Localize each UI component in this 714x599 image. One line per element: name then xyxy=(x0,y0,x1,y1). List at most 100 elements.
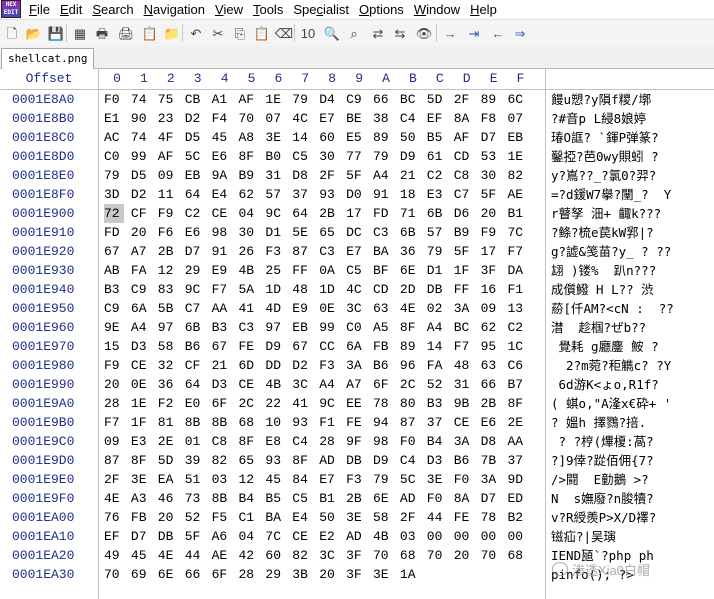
hex-byte[interactable]: 53 xyxy=(481,147,501,166)
hex-byte[interactable]: B7 xyxy=(508,375,528,394)
hex-byte[interactable]: 1D xyxy=(265,280,285,299)
hex-byte[interactable]: 04 xyxy=(239,204,259,223)
hex-byte[interactable]: D4 xyxy=(319,90,339,109)
hex-byte[interactable]: F9 xyxy=(104,356,124,375)
copy-icon[interactable]: ⎘ xyxy=(230,23,250,43)
hex-byte[interactable]: D6 xyxy=(454,204,474,223)
hex-byte[interactable]: 3A xyxy=(454,432,474,451)
hex-byte[interactable]: A3 xyxy=(131,489,151,508)
hex-byte[interactable]: 6A xyxy=(131,299,151,318)
hex-byte[interactable]: 23 xyxy=(158,109,178,128)
hex-byte[interactable]: AF xyxy=(454,128,474,147)
hex-byte[interactable]: 20 xyxy=(454,546,474,565)
hex-byte[interactable]: 90 xyxy=(131,109,151,128)
hex-byte[interactable]: 65 xyxy=(319,223,339,242)
hex-byte[interactable]: F9 xyxy=(481,223,501,242)
forward-icon[interactable]: ⇒ xyxy=(510,23,530,43)
hex-byte[interactable]: 2F xyxy=(104,470,124,489)
hex-byte[interactable]: DC xyxy=(346,223,366,242)
hex-byte[interactable]: 6A xyxy=(346,337,366,356)
hex-byte[interactable]: C4 xyxy=(400,109,420,128)
hex-byte[interactable]: BE xyxy=(346,109,366,128)
hex-byte[interactable]: 68 xyxy=(239,413,259,432)
hex-byte[interactable]: C9 xyxy=(104,299,124,318)
hex-byte[interactable]: 58 xyxy=(373,508,393,527)
ascii-text[interactable]: g?譃&笺苗?y_ ? ?? xyxy=(551,242,714,261)
hex-byte[interactable]: C2 xyxy=(427,166,447,185)
find-hex-icon[interactable]: ⌕ xyxy=(344,23,364,43)
hex-byte[interactable]: AD xyxy=(346,527,366,546)
hex-byte[interactable]: 75 xyxy=(158,90,178,109)
hex-byte[interactable]: EE xyxy=(346,394,366,413)
hex-byte[interactable]: EB xyxy=(292,318,312,337)
hex-byte[interactable]: A4 xyxy=(131,318,151,337)
hex-byte[interactable]: 3D xyxy=(104,185,124,204)
hex-byte[interactable]: 8F xyxy=(239,432,259,451)
hex-byte[interactable]: B9 xyxy=(239,166,259,185)
hex-byte[interactable]: 22 xyxy=(265,394,285,413)
ascii-text[interactable]: 镃疝?|吴璌 xyxy=(551,527,714,546)
hex-byte[interactable]: 29 xyxy=(265,565,285,584)
hex-byte[interactable]: FB xyxy=(373,337,393,356)
hex-byte[interactable]: 64 xyxy=(185,185,205,204)
ascii-text[interactable]: 6d游K<ょo,R1f? xyxy=(551,375,714,394)
hex-byte[interactable]: AC xyxy=(104,128,124,147)
hex-byte[interactable]: 5D xyxy=(158,451,178,470)
hex-byte[interactable]: E7 xyxy=(319,470,339,489)
hex-byte[interactable]: CE xyxy=(292,527,312,546)
hex-byte[interactable]: 62 xyxy=(239,185,259,204)
hex-byte[interactable]: F1 xyxy=(508,280,528,299)
hex-byte[interactable]: 79 xyxy=(373,470,393,489)
hex-byte[interactable]: ED xyxy=(508,489,528,508)
hex-byte[interactable]: 29 xyxy=(185,261,205,280)
hex-byte[interactable]: 13 xyxy=(508,299,528,318)
hex-byte[interactable]: 09 xyxy=(104,432,124,451)
hex-byte[interactable]: E4 xyxy=(212,185,232,204)
hex-byte[interactable]: 14 xyxy=(292,128,312,147)
hex-byte[interactable]: 61 xyxy=(427,147,447,166)
hex-byte[interactable]: 18 xyxy=(400,185,420,204)
hex-byte[interactable]: 79 xyxy=(427,242,447,261)
hex-byte[interactable] xyxy=(481,565,501,584)
hex-byte[interactable]: 45 xyxy=(131,546,151,565)
hex-byte[interactable]: 2F xyxy=(400,508,420,527)
hex-byte[interactable]: 89 xyxy=(481,90,501,109)
hex-byte[interactable]: E3 xyxy=(131,432,151,451)
hex-byte[interactable]: C7 xyxy=(185,299,205,318)
hex-byte[interactable]: FE xyxy=(454,508,474,527)
hex-byte[interactable]: 2C xyxy=(400,375,420,394)
hex-byte[interactable]: CE xyxy=(454,413,474,432)
hex-byte[interactable]: 31 xyxy=(265,166,285,185)
ascii-text[interactable]: ?#音p L綅8娘婷 xyxy=(551,109,714,128)
hex-byte[interactable]: 64 xyxy=(292,204,312,223)
hex-byte[interactable]: F0 xyxy=(427,489,447,508)
hex-byte[interactable]: A8 xyxy=(239,128,259,147)
hex-byte[interactable]: B0 xyxy=(265,147,285,166)
hex-byte[interactable]: A7 xyxy=(346,375,366,394)
hex-byte[interactable]: F0 xyxy=(454,470,474,489)
hex-byte[interactable]: 50 xyxy=(400,128,420,147)
hex-byte[interactable] xyxy=(508,565,528,584)
hex-byte[interactable]: 4E xyxy=(400,299,420,318)
tab-shellcat[interactable]: shellcat.png xyxy=(1,48,95,69)
hex-byte[interactable]: 89 xyxy=(373,128,393,147)
hex-byte[interactable]: 79 xyxy=(373,147,393,166)
hex-byte[interactable]: 8B xyxy=(212,489,232,508)
hex-byte[interactable]: 07 xyxy=(265,109,285,128)
hex-byte[interactable]: 36 xyxy=(158,375,178,394)
hex-byte[interactable]: AE xyxy=(212,546,232,565)
hex-byte[interactable]: 07 xyxy=(508,109,528,128)
hex-byte[interactable]: C2 xyxy=(508,318,528,337)
hex-byte[interactable]: 4B xyxy=(265,375,285,394)
hex-byte[interactable]: 1E xyxy=(508,147,528,166)
hex-byte[interactable]: 87 xyxy=(104,451,124,470)
hex-byte[interactable]: 57 xyxy=(427,223,447,242)
hex-byte[interactable]: AD xyxy=(319,451,339,470)
hex-byte[interactable]: B1 xyxy=(508,204,528,223)
hex-byte[interactable]: 81 xyxy=(158,413,178,432)
hex-byte[interactable]: 5C xyxy=(400,470,420,489)
print-icon[interactable]: 🖶 xyxy=(92,23,112,43)
hex-byte[interactable]: D3 xyxy=(427,451,447,470)
hex-byte[interactable]: 79 xyxy=(292,90,312,109)
hex-byte[interactable]: B6 xyxy=(185,337,205,356)
